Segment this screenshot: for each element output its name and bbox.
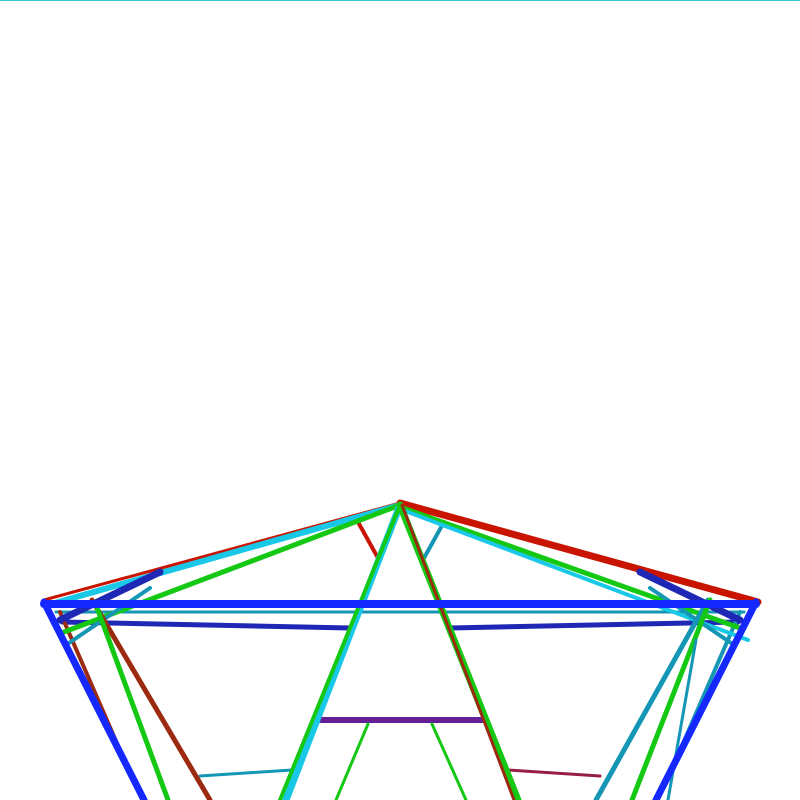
wireframe-edge — [356, 520, 380, 560]
wireframe-edge — [430, 722, 468, 800]
wireframe-edge — [198, 768, 294, 778]
wireframe-edge — [89, 597, 213, 800]
wireframe-edge — [422, 520, 446, 560]
wireframe-edge — [400, 503, 516, 800]
wireframe-scene — [0, 0, 800, 800]
wireframe-edge — [506, 768, 602, 778]
wireframe-edge — [397, 504, 743, 631]
wireframe-edge — [278, 503, 402, 800]
wireframe-edge — [396, 499, 762, 606]
wireframe-edge — [334, 722, 370, 800]
wireframe-edge — [593, 597, 711, 800]
wireframe-edge — [45, 502, 403, 608]
wireframe-polyhedron — [40, 499, 762, 800]
